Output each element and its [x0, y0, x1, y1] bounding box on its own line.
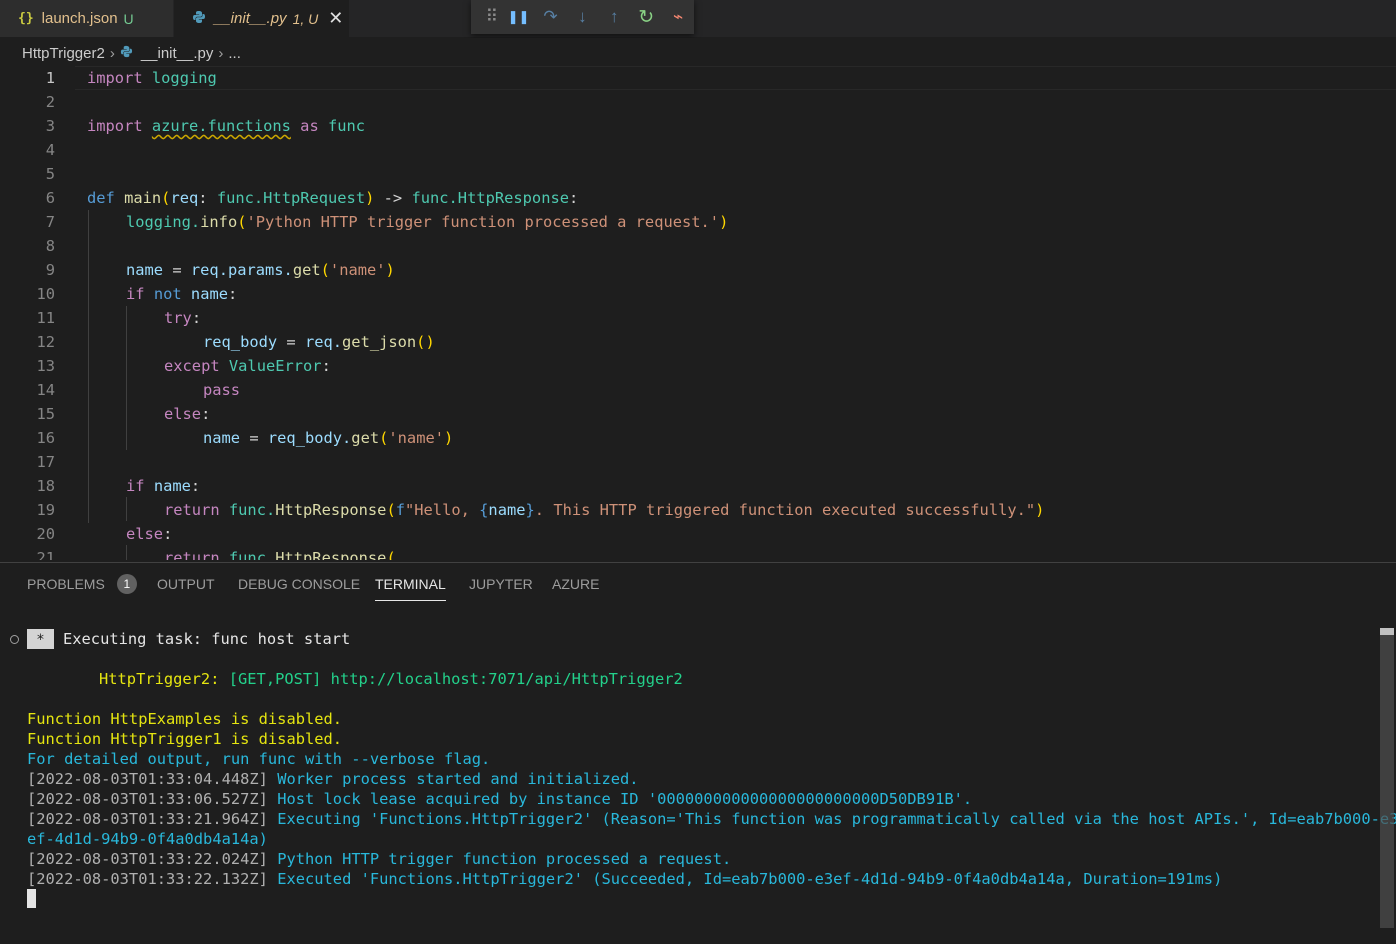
line-number: 8 [45, 237, 55, 255]
scrollbar-thumb[interactable] [1380, 628, 1394, 635]
code-line: 13 except ValueError: [0, 354, 1396, 378]
line-number: 6 [45, 189, 55, 207]
code-line: 14 pass [0, 378, 1396, 402]
log-line: [2022-08-03T01:33:21.964Z] Executing 'Fu… [27, 810, 1396, 828]
import-warning: azure.functions [151, 117, 291, 135]
breadcrumb-file[interactable]: __init__.py [141, 45, 214, 62]
code-line: 5 [0, 162, 1396, 186]
step-into-button[interactable]: ↓ [566, 2, 598, 32]
code-line: 1 import logging [0, 66, 1396, 90]
line-number: 19 [36, 501, 55, 519]
tab-problems[interactable]: PROBLEMS 1 [27, 563, 137, 605]
debug-toolbar: ⠿ ❚❚ ↷ ↓ ↑ ↻ ⌁ [471, 0, 694, 34]
line-number: 9 [45, 261, 55, 279]
code-line: 4 [0, 138, 1396, 162]
code-line: 19 return func.HttpResponse(f"Hello, {na… [0, 498, 1396, 522]
line-number: 3 [45, 117, 55, 135]
line-number: 12 [36, 333, 55, 351]
tab-label: __init__.py [214, 10, 287, 27]
tab-azure[interactable]: AZURE [552, 563, 599, 605]
code-line: 16 name = req_body.get('name') [0, 426, 1396, 450]
line-number: 11 [36, 309, 55, 327]
breadcrumb: HttpTrigger2 › __init__.py › ... [0, 38, 1396, 68]
terminal-output[interactable]: * Executing task: func host start HttpTr… [0, 625, 1396, 944]
json-file-icon: {} [18, 11, 34, 26]
tab-init-py[interactable]: __init__.py 1, U ✕ [174, 0, 349, 37]
code-line: 10 if not name: [0, 282, 1396, 306]
line-number: 18 [36, 477, 55, 495]
code-line: 15 else: [0, 402, 1396, 426]
code-line: 11 try: [0, 306, 1396, 330]
code-line: 3 import azure.functions as func [0, 114, 1396, 138]
breadcrumb-symbols[interactable]: ... [228, 45, 241, 62]
bottom-panel: PROBLEMS 1 OUTPUT DEBUG CONSOLE TERMINAL… [0, 562, 1396, 943]
line-number: 1 [45, 69, 55, 87]
code-line: 17 [0, 450, 1396, 474]
tab-terminal[interactable]: TERMINAL [375, 563, 446, 605]
line-number: 10 [36, 285, 55, 303]
problems-count-badge: 1 [116, 574, 137, 594]
terminal-scrollbar[interactable] [1380, 628, 1394, 928]
chevron-right-icon: › [218, 44, 224, 62]
line-number: 13 [36, 357, 55, 375]
tab-output[interactable]: OUTPUT [157, 563, 215, 605]
restart-button[interactable]: ↻ [630, 2, 662, 32]
editor-tab-bar: {} launch.json U __init__.py 1, U ✕ [0, 0, 1396, 37]
line-number: 17 [36, 453, 55, 471]
code-line: 18 if name: [0, 474, 1396, 498]
tab-launch-json[interactable]: {} launch.json U [0, 0, 173, 37]
task-line: Executing task: func host start [63, 630, 351, 648]
code-line: 9 name = req.params.get('name') [0, 258, 1396, 282]
terminal-line: Function HttpTrigger1 is disabled. [27, 730, 343, 748]
line-number: 21 [36, 549, 55, 560]
line-number: 7 [45, 213, 55, 231]
disconnect-button[interactable]: ⌁ [662, 2, 694, 32]
tab-jupyter[interactable]: JUPYTER [469, 563, 533, 605]
code-line: 12 req_body = req.get_json() [0, 330, 1396, 354]
tab-label: launch.json [41, 10, 118, 27]
git-status-badge: U [123, 10, 134, 27]
python-file-icon [192, 10, 206, 28]
step-over-button[interactable]: ↷ [535, 2, 567, 32]
line-number: 5 [45, 165, 55, 183]
problem-status-badge: 1, U [292, 10, 319, 27]
function-route-line: HttpTrigger2: [GET,POST] http://localhos… [99, 670, 683, 688]
log-line: [2022-08-03T01:33:06.527Z] Host lock lea… [27, 790, 973, 808]
terminal-cursor [27, 889, 36, 908]
task-marker: * [27, 629, 54, 649]
line-number: 15 [36, 405, 55, 423]
code-line: 7 logging.info('Python HTTP trigger func… [0, 210, 1396, 234]
terminal-line: For detailed output, run func with --ver… [27, 750, 491, 768]
code-line: 8 [0, 234, 1396, 258]
line-number: 14 [36, 381, 55, 399]
log-line-continuation: ef-4d1d-94b9-0f4a0db4a14a) [27, 830, 268, 848]
python-file-icon [120, 45, 133, 62]
code-line: 6 def main(req: func.HttpRequest) -> fun… [0, 186, 1396, 210]
task-status-icon [10, 635, 19, 644]
panel-tab-bar: PROBLEMS 1 OUTPUT DEBUG CONSOLE TERMINAL… [0, 563, 1396, 605]
code-line: 21 return func.HttpResponse( [0, 546, 1396, 560]
step-out-button[interactable]: ↑ [598, 2, 630, 32]
log-line: [2022-08-03T01:33:22.024Z] Python HTTP t… [27, 850, 732, 868]
line-number: 16 [36, 429, 55, 447]
chevron-right-icon: › [109, 44, 115, 62]
log-line: [2022-08-03T01:33:04.448Z] Worker proces… [27, 770, 639, 788]
pause-button[interactable]: ❚❚ [503, 2, 535, 32]
breadcrumb-folder[interactable]: HttpTrigger2 [22, 45, 105, 62]
code-line: 20 else: [0, 522, 1396, 546]
line-number: 20 [36, 525, 55, 543]
terminal-line: Function HttpExamples is disabled. [27, 710, 343, 728]
code-line: 2 [0, 90, 1396, 114]
tab-debug-console[interactable]: DEBUG CONSOLE [238, 563, 360, 605]
drag-handle-icon[interactable]: ⠿ [481, 2, 503, 32]
close-icon[interactable]: ✕ [328, 8, 343, 29]
code-editor[interactable]: 1 import logging 2 3 import azure.functi… [0, 66, 1396, 560]
line-number: 4 [45, 141, 55, 159]
log-line: [2022-08-03T01:33:22.132Z] Executed 'Fun… [27, 870, 1223, 888]
line-number: 2 [45, 93, 55, 111]
